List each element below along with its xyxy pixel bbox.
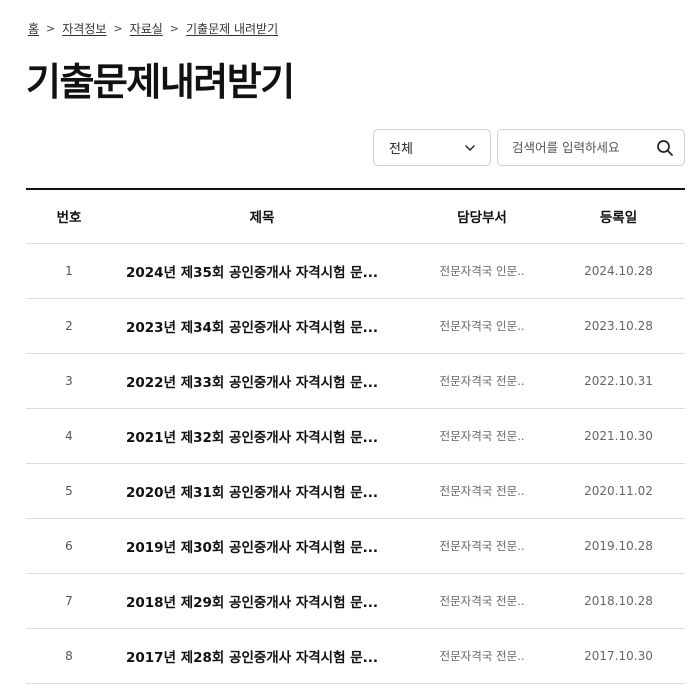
row-department: 전문자격국 전문..: [412, 353, 552, 409]
table-row[interactable]: 8 2017년 제28회 공인중개사 자격시험 문... 전문자격국 전문.. …: [26, 628, 685, 684]
row-date: 2023.10.28: [552, 298, 685, 354]
breadcrumb-separator: >: [169, 21, 179, 35]
row-date: 2017.10.30: [552, 628, 685, 684]
row-department: 전문자격국 전문..: [412, 573, 552, 629]
table-row[interactable]: 4 2021년 제32회 공인중개사 자격시험 문... 전문자격국 전문.. …: [26, 408, 685, 464]
row-title-link[interactable]: 2020년 제31회 공인중개사 자격시험 문...: [112, 463, 412, 519]
search-input[interactable]: [512, 140, 656, 155]
row-number: 3: [26, 353, 112, 409]
row-number: 5: [26, 463, 112, 519]
search-icon: [657, 139, 673, 156]
table-row[interactable]: 5 2020년 제31회 공인중개사 자격시험 문... 전문자격국 전문.. …: [26, 463, 685, 519]
breadcrumb-separator: >: [113, 21, 123, 35]
row-department: 전문자격국 전문..: [412, 628, 552, 684]
table-row[interactable]: 6 2019년 제30회 공인중개사 자격시험 문... 전문자격국 전문.. …: [26, 518, 685, 574]
row-title-link[interactable]: 2021년 제32회 공인중개사 자격시험 문...: [112, 408, 412, 464]
row-date: 2020.11.02: [552, 463, 685, 519]
search-filter-select[interactable]: 전체: [373, 129, 491, 166]
chevron-down-icon: [465, 144, 475, 151]
row-date: 2019.10.28: [552, 518, 685, 574]
row-date: 2022.10.31: [552, 353, 685, 409]
exam-archive-table: 번호 제목 담당부서 등록일 1 2024년 제35회 공인중개사 자격시험 문…: [26, 188, 685, 684]
row-title-link[interactable]: 2018년 제29회 공인중개사 자격시험 문...: [112, 573, 412, 629]
row-department: 전문자격국 인문..: [412, 298, 552, 354]
search-box: [497, 129, 685, 166]
column-header-date: 등록일: [552, 188, 685, 244]
row-number: 8: [26, 628, 112, 684]
breadcrumb-current-page[interactable]: 기출문제 내려받기: [186, 20, 278, 37]
row-department: 전문자격국 전문..: [412, 518, 552, 574]
row-title-link[interactable]: 2023년 제34회 공인중개사 자격시험 문...: [112, 298, 412, 354]
breadcrumb: 홈 > 자격정보 > 자료실 > 기출문제 내려받기: [28, 19, 278, 37]
row-number: 2: [26, 298, 112, 354]
row-department: 전문자격국 전문..: [412, 463, 552, 519]
row-department: 전문자격국 인문..: [412, 243, 552, 299]
row-date: 2024.10.28: [552, 243, 685, 299]
row-number: 6: [26, 518, 112, 574]
column-header-department: 담당부서: [412, 188, 552, 244]
table-header-row: 번호 제목 담당부서 등록일: [26, 188, 685, 244]
column-header-number: 번호: [26, 188, 112, 244]
row-date: 2021.10.30: [552, 408, 685, 464]
row-date: 2018.10.28: [552, 573, 685, 629]
table-row[interactable]: 1 2024년 제35회 공인중개사 자격시험 문... 전문자격국 인문.. …: [26, 243, 685, 299]
page-title: 기출문제내려받기: [26, 60, 295, 104]
row-title-link[interactable]: 2019년 제30회 공인중개사 자격시험 문...: [112, 518, 412, 574]
row-title-link[interactable]: 2022년 제33회 공인중개사 자격시험 문...: [112, 353, 412, 409]
row-number: 1: [26, 243, 112, 299]
row-department: 전문자격국 전문..: [412, 408, 552, 464]
breadcrumb-resources[interactable]: 자료실: [130, 20, 163, 37]
search-filter-value: 전체: [389, 142, 413, 157]
table-row[interactable]: 3 2022년 제33회 공인중개사 자격시험 문... 전문자격국 전문.. …: [26, 353, 685, 409]
breadcrumb-qualification-info[interactable]: 자격정보: [62, 20, 106, 37]
row-number: 4: [26, 408, 112, 464]
table-row[interactable]: 7 2018년 제29회 공인중개사 자격시험 문... 전문자격국 전문.. …: [26, 573, 685, 629]
row-title-link[interactable]: 2017년 제28회 공인중개사 자격시험 문...: [112, 628, 412, 684]
breadcrumb-home[interactable]: 홈: [28, 20, 39, 37]
row-title-link[interactable]: 2024년 제35회 공인중개사 자격시험 문...: [112, 243, 412, 299]
row-number: 7: [26, 573, 112, 629]
search-button[interactable]: [656, 139, 674, 157]
column-header-title: 제목: [112, 188, 412, 244]
breadcrumb-separator: >: [46, 21, 56, 35]
table-row[interactable]: 2 2023년 제34회 공인중개사 자격시험 문... 전문자격국 인문.. …: [26, 298, 685, 354]
